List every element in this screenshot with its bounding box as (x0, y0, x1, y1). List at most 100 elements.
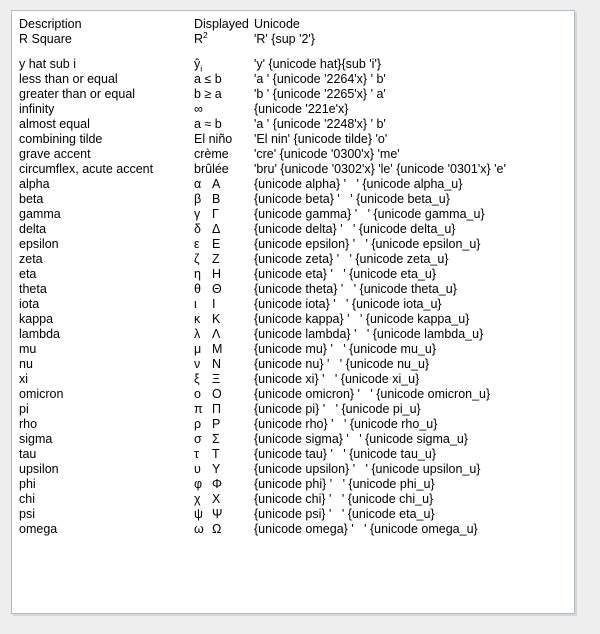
cell-unicode: {unicode omicron} ' ' {unicode omicron_u… (254, 387, 491, 401)
cell-description: psi (19, 507, 35, 521)
glyph-lowercase: π (194, 402, 203, 416)
glyph-uppercase: Ψ (212, 507, 223, 521)
cell-displayed: ηΗ (194, 268, 254, 283)
cell-unicode: {unicode beta} ' ' {unicode beta_u} (254, 192, 450, 206)
glyph-lowercase: χ (194, 492, 201, 506)
glyph-uppercase: Μ (212, 342, 223, 356)
cell-displayed: a ≤ b (194, 72, 222, 86)
table-row: less than or equal a ≤ b 'a ' {unicode '22… (19, 73, 574, 88)
cell-description: rho (19, 417, 38, 431)
table-row: omicron ο Ο {unicode omicron} ' ' {unicode … (19, 388, 574, 403)
table-row: delta δ Δ {unicode delta} ' ' {unicode delt… (19, 223, 574, 238)
cell-unicode: {unicode kappa} ' ' {unicode kappa_u} (254, 312, 470, 326)
glyph-uppercase: Α (212, 177, 221, 191)
cell-displayed: οΟ (194, 388, 254, 403)
table-row: lambda λ Λ {unicode lambda} ' ' {unicode la… (19, 328, 574, 343)
cell-displayed: τΤ (194, 448, 254, 463)
cell-unicode: {unicode upsilon} ' ' {unicode upsilon_u… (254, 462, 481, 476)
glyph-uppercase: Ω (212, 522, 222, 536)
cell-unicode: {unicode delta} ' ' {unicode delta_u} (254, 222, 456, 236)
cell-displayed: πΠ (194, 403, 254, 418)
cell-unicode: {unicode eta} ' ' {unicode eta_u} (254, 267, 437, 281)
glyph-uppercase: Ν (212, 357, 222, 371)
glyph-uppercase: Γ (212, 207, 219, 221)
glyph-uppercase: Ε (212, 237, 221, 251)
glyph-uppercase: Λ (212, 327, 221, 341)
cell-unicode: {unicode alpha} ' ' {unicode alpha_u} (254, 177, 463, 191)
cell-description: pi (19, 402, 29, 416)
cell-description: grave accent (19, 147, 91, 161)
cell-unicode: {unicode nu} ' ' {unicode nu_u} (254, 357, 430, 371)
cell-displayed: R2 (194, 31, 254, 58)
cell-unicode: 'a ' {unicode '2248'x} ' b' (254, 117, 386, 131)
cell-description: upsilon (19, 462, 59, 476)
cell-description: almost equal (19, 117, 90, 131)
cell-displayed: a ≈ b (194, 117, 222, 131)
glyph-lowercase: ε (194, 237, 200, 251)
cell-displayed: θΘ (194, 283, 254, 298)
glyph-uppercase: Χ (212, 492, 221, 506)
cell-description: omega (19, 522, 58, 536)
table-row: beta β Β {unicode beta} ' ' {unicode beta_u… (19, 193, 574, 208)
table-row: y hat sub i ŷi'y' {unicode hat}{sub 'i'} (19, 58, 574, 73)
table-row: grave accent crème 'cre' {unicode '0300'x}… (19, 148, 574, 163)
cell-unicode: 'bru' {unicode '0302'x} 'le' {unicode '0… (254, 162, 506, 176)
cell-description: zeta (19, 252, 43, 266)
table-row: greater than or equal b ≥ a 'b ' {unicode … (19, 88, 574, 103)
cell-description: iota (19, 297, 40, 311)
glyph-lowercase: θ (194, 282, 201, 296)
cell-displayed: υΥ (194, 463, 254, 478)
glyph-lowercase: η (194, 267, 201, 281)
glyph-lowercase: δ (194, 222, 201, 236)
cell-description: combining tilde (19, 132, 103, 146)
glyph-lowercase: α (194, 177, 202, 191)
glyph-lowercase: λ (194, 327, 201, 341)
cell-displayed: φΦ (194, 478, 254, 493)
cell-unicode: {unicode mu} ' ' {unicode mu_u} (254, 342, 436, 356)
cell-unicode: 'y' {unicode hat}{sub 'i'} (254, 57, 382, 71)
cell-description: chi (19, 492, 35, 506)
glyph-lowercase: γ (194, 207, 201, 221)
table-row: pi π Π {unicode pi} ' ' {unicode pi_u} (19, 403, 574, 418)
cell-displayed: αΑ (194, 178, 254, 193)
glyph-uppercase: Τ (212, 447, 220, 461)
table-header-row: Description Displayed Unicode (19, 18, 574, 33)
cell-unicode: {unicode xi} ' ' {unicode xi_u} (254, 372, 420, 386)
glyph-uppercase: Π (212, 402, 222, 416)
cell-description: lambda (19, 327, 60, 341)
cell-unicode: {unicode phi} ' ' {unicode phi_u} (254, 477, 435, 491)
cell-displayed: βΒ (194, 193, 254, 208)
cell-displayed: ωΩ (194, 523, 254, 538)
cell-displayed: νΝ (194, 358, 254, 373)
unicode-reference-panel: Description Displayed Unicode R Square R2… (11, 10, 575, 614)
cell-displayed: ζΖ (194, 253, 254, 268)
table-body: R Square R2 'R' {sup '2'} y hat sub i ŷi'y' … (19, 31, 574, 538)
glyph-lowercase: ζ (194, 252, 200, 266)
cell-description: xi (19, 372, 29, 386)
table-row: combining tilde El niño 'El nin' {unicode … (19, 133, 574, 148)
cell-displayed: b ≥ a (194, 87, 222, 101)
table-row: infinity ∞ {unicode '221e'x} (19, 103, 574, 118)
cell-displayed: ∞ (194, 102, 203, 116)
cell-unicode: {unicode omega} ' ' {unicode omega_u} (254, 522, 478, 536)
cell-description: eta (19, 267, 37, 281)
cell-unicode: {unicode zeta} ' ' {unicode zeta_u} (254, 252, 449, 266)
glyph-lowercase: ψ (194, 507, 203, 521)
cell-displayed: μΜ (194, 343, 254, 358)
glyph-uppercase: Κ (212, 312, 221, 326)
cell-unicode: {unicode lambda} ' ' {unicode lambda_u} (254, 327, 484, 341)
glyph-lowercase: σ (194, 432, 202, 446)
cell-displayed: χΧ (194, 493, 254, 508)
cell-unicode: {unicode pi} ' ' {unicode pi_u} (254, 402, 421, 416)
glyph-lowercase: μ (194, 342, 202, 356)
cell-unicode: 'El nin' {unicode tilde} 'o' (254, 132, 388, 146)
cell-displayed: ρΡ (194, 418, 254, 433)
table-header: Description Displayed Unicode (19, 18, 574, 33)
cell-unicode: {unicode psi} ' ' {unicode eta_u} (254, 507, 435, 521)
table-row: xi ξ Ξ {unicode xi} ' ' {unicode xi_u} (19, 373, 574, 388)
cell-description: omicron (19, 387, 64, 401)
cell-displayed: ξΞ (194, 373, 254, 388)
table-row: almost equal a ≈ b 'a ' {unicode '2248'x} … (19, 118, 574, 133)
column-header-description: Description (19, 17, 82, 31)
glyph-uppercase: Ξ (212, 372, 221, 386)
